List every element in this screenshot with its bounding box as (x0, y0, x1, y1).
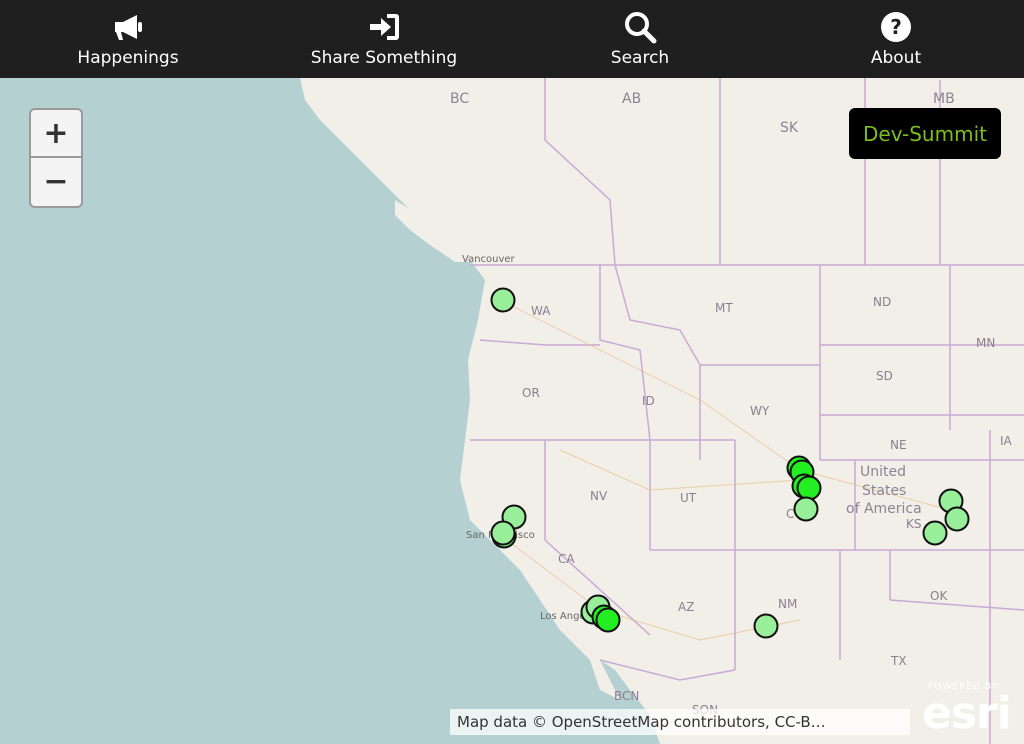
zoom-control: + − (29, 108, 83, 208)
label-sd: SD (876, 369, 893, 383)
label-wy: WY (750, 404, 770, 418)
basemap: BC AB SK MB WA MT ND MN OR ID WY SD NE I… (0, 78, 1024, 744)
nav-happenings[interactable]: Happenings (0, 0, 256, 78)
label-ab: AB (622, 91, 641, 107)
nav-search[interactable]: Search (512, 0, 768, 78)
label-ia: IA (1000, 434, 1013, 448)
zoom-in-button[interactable]: + (31, 110, 81, 158)
dev-summit-badge[interactable]: Dev-Summit (849, 108, 1001, 159)
label-nm: NM (778, 597, 797, 611)
label-bc: BC (450, 91, 469, 107)
attribution-text: Map data © OpenStreetMap contributors, C… (457, 713, 826, 731)
label-wa: WA (531, 304, 551, 318)
event-marker[interactable] (490, 287, 516, 313)
map-view[interactable]: BC AB SK MB WA MT ND MN OR ID WY SD NE I… (0, 78, 1024, 744)
label-vancouver: Vancouver (462, 254, 516, 265)
label-tx: TX (890, 654, 907, 668)
event-marker[interactable] (753, 613, 779, 639)
label-us-line3: of America (846, 501, 922, 517)
label-nv: NV (590, 489, 608, 503)
svg-text:?: ? (890, 15, 902, 39)
event-marker[interactable] (595, 607, 621, 633)
question-circle-icon: ? (881, 12, 911, 42)
label-id: ID (642, 394, 655, 408)
label-or: OR (522, 386, 540, 400)
label-sk: SK (780, 120, 799, 136)
esri-wordmark: esri (922, 688, 1012, 739)
label-ca: CA (558, 552, 575, 566)
label-us-line2: States (862, 483, 906, 499)
label-bcn: BCN (614, 689, 639, 703)
label-mb: MB (933, 91, 955, 107)
event-marker[interactable] (922, 520, 948, 546)
nav-happenings-label: Happenings (77, 48, 179, 68)
nav-share-something[interactable]: Share Something (256, 0, 512, 78)
sign-in-icon (370, 14, 399, 40)
label-nd: ND (873, 295, 891, 309)
label-ks: KS (906, 517, 922, 531)
label-us-line1: United (860, 464, 906, 480)
label-mn: MN (976, 336, 995, 350)
event-marker[interactable] (796, 475, 822, 501)
map-attribution: Map data © OpenStreetMap contributors, C… (450, 709, 910, 735)
label-mt: MT (715, 301, 733, 315)
top-navigation-bar: Happenings Share Something Search ? Abou… (0, 0, 1024, 78)
event-marker[interactable] (944, 506, 970, 532)
megaphone-icon (115, 15, 142, 40)
nav-share-something-label: Share Something (310, 48, 458, 68)
nav-about-label: About (870, 48, 922, 68)
nav-about[interactable]: ? About (768, 0, 1024, 78)
esri-logo[interactable]: POWERED BY esri (920, 680, 1020, 740)
label-ok: OK (930, 589, 948, 603)
dev-summit-label: Dev-Summit (863, 121, 987, 146)
event-marker[interactable] (793, 496, 819, 522)
label-az: AZ (678, 600, 694, 614)
search-icon (625, 12, 657, 44)
label-ne: NE (890, 438, 907, 452)
label-ut: UT (680, 491, 697, 505)
nav-search-label: Search (610, 48, 670, 68)
event-marker[interactable] (490, 520, 516, 546)
zoom-out-button[interactable]: − (31, 158, 81, 204)
